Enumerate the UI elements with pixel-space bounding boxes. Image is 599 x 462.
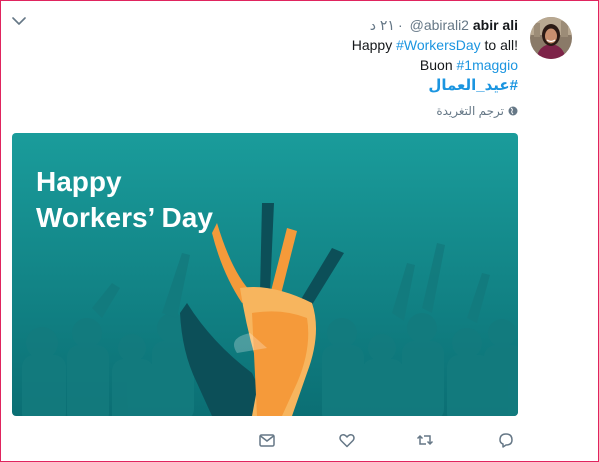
header-separator: ·	[397, 17, 403, 33]
tweet-text-line-1: Happy #WorkersDay to all!	[352, 36, 518, 55]
translate-tweet-link[interactable]: ترجم التغريدة	[436, 104, 518, 118]
media-caption-line-2: Workers’ Day	[36, 202, 213, 233]
translate-label: ترجم التغريدة	[436, 104, 504, 118]
hashtag-1maggio[interactable]: #1maggio	[457, 57, 519, 73]
reply-icon[interactable]	[497, 431, 515, 449]
text-fragment: Buon	[419, 57, 457, 73]
hashtag-arabic-workers-day[interactable]: #عيد_العمال	[428, 77, 518, 94]
author-handle[interactable]: @abirali2	[410, 17, 469, 33]
tweet-text-line-2: Buon #1maggio	[420, 56, 518, 75]
like-icon[interactable]	[338, 431, 356, 449]
media-caption-line-1: Happy	[36, 166, 122, 197]
hashtag-workersday[interactable]: #WorkersDay	[396, 37, 481, 53]
chevron-down-icon[interactable]	[12, 16, 26, 26]
avatar[interactable]	[530, 17, 572, 59]
tweet-timestamp[interactable]: ٢١ د	[370, 17, 395, 33]
globe-icon	[508, 106, 518, 116]
tweet-text-line-3: #عيد_العمال	[428, 76, 518, 95]
text-fragment: Happy	[351, 37, 397, 53]
tweet-header: ٢١ د · @abirali2 abir ali	[370, 16, 518, 34]
text-fragment: to all!	[480, 37, 518, 53]
author-name[interactable]: abir ali	[473, 17, 518, 33]
tweet-media-image[interactable]: Happy Workers’ Day	[12, 133, 518, 416]
retweet-icon[interactable]	[416, 431, 434, 449]
message-icon[interactable]	[258, 431, 276, 449]
